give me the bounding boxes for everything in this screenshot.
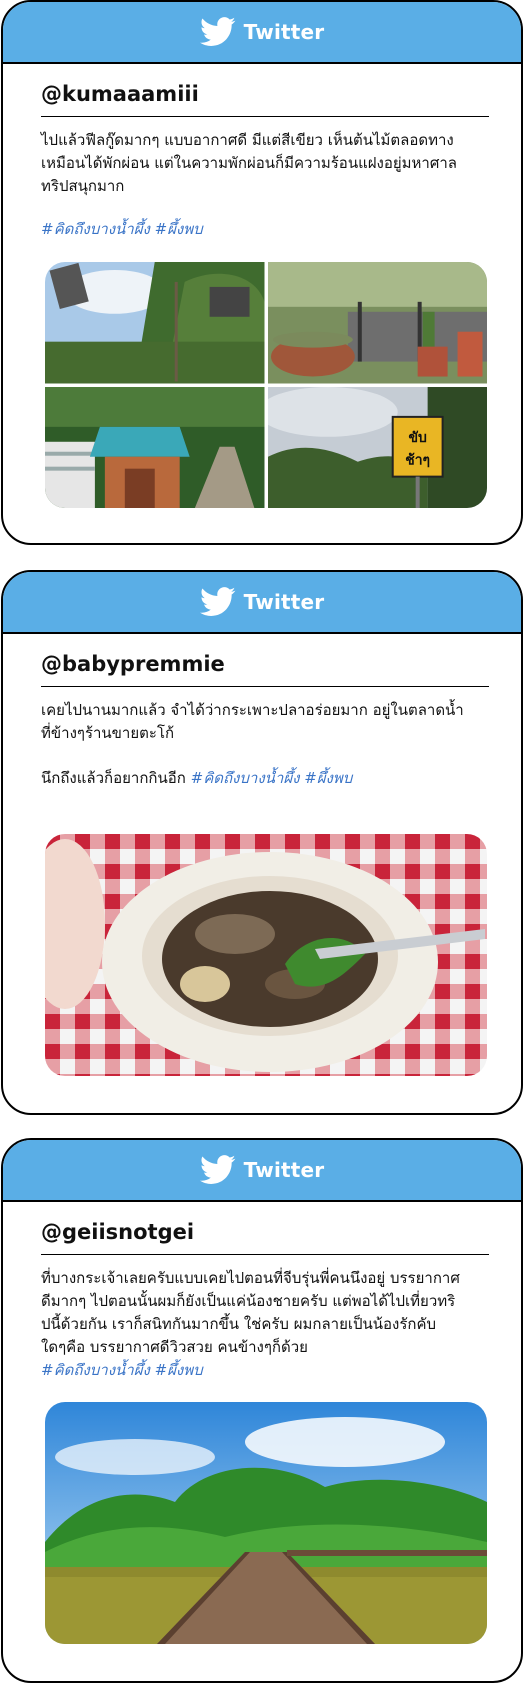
user-handle[interactable]: @kumaaamiii — [41, 82, 485, 106]
svg-text:ช้าๆ: ช้าๆ — [405, 452, 430, 468]
divider — [41, 116, 489, 117]
tweet-text: ที่บางกระเจ้าเลยครับแบบเคยไปตอนที่จีบรุ่… — [41, 1267, 491, 1382]
card-header: Twitter — [3, 2, 521, 64]
tweet-line: เหมือนได้พักผ่อน แต่ในความพักผ่อนก็มีควา… — [41, 154, 457, 172]
tweet-line: ที่ข้างๆร้านขายตะโก้ — [41, 724, 175, 742]
tweet-line: เคยไปนานมากแล้ว จำได้ว่ากระเพาะปลาอร่อยม… — [41, 701, 464, 719]
tweet-line: ปนี้ด้วยกัน เราก็สนิทกันมากขึ้น ใช่ครับ … — [41, 1315, 437, 1333]
tweet-line: ทริปสนุกมาก — [41, 177, 125, 195]
tweet-text: เคยไปนานมากแล้ว จำได้ว่ากระเพาะปลาอร่อยม… — [41, 699, 491, 790]
cactus-pots-photo[interactable] — [267, 262, 487, 384]
tweet-card-2: Twitter @babypremmie เคยไปนานมากแล้ว จำไ… — [1, 570, 523, 1115]
photo-grid[interactable]: ขับ ช้าๆ — [45, 262, 487, 508]
user-handle[interactable]: @babypremmie — [41, 652, 485, 676]
twitter-bird-icon — [200, 1155, 236, 1185]
hashtags[interactable]: #คิดถึงบางน้ำผึ้ง #ผึ้งพบ — [41, 1359, 491, 1382]
tweet-line: ที่บางกระเจ้าเลยครับแบบเคยไปตอนที่จีบรุ่… — [41, 1269, 460, 1287]
divider — [41, 686, 489, 687]
card-header: Twitter — [3, 572, 521, 634]
tweet-line: ใดๆคือ บรรยากาศดีวิวสวย คนข้างๆก็ด้วย — [41, 1338, 308, 1356]
twitter-bird-icon — [200, 17, 236, 47]
shop-kiosk-photo[interactable] — [45, 386, 265, 508]
brand-label: Twitter — [243, 590, 325, 614]
yellow-sign-photo[interactable]: ขับ ช้าๆ — [267, 386, 487, 508]
fish-maw-soup-photo[interactable] — [45, 834, 487, 1076]
card-header: Twitter — [3, 1140, 521, 1202]
wooden-bridge-lake-photo[interactable] — [45, 1402, 487, 1644]
hashtags[interactable]: #คิดถึงบางน้ำผึ้ง #ผึ้งพบ — [41, 218, 491, 241]
tweet-line: ไปแล้วฟีลกู๊ดมากๆ แบบอากาศดี มีแต่สีเขีย… — [41, 131, 454, 149]
divider — [41, 1254, 489, 1255]
svg-text:ขับ: ขับ — [408, 429, 427, 445]
tweet-line: ดีมากๆ ไปตอนนั้นผมก็ยังเป็นแค่น้องชายครั… — [41, 1292, 456, 1310]
tweet-text-2: นึกถึงแล้วก็อยากกินอีก — [41, 769, 186, 787]
twitter-bird-icon — [200, 587, 236, 617]
hashtags[interactable]: #คิดถึงบางน้ำผึ้ง #ผึ้งพบ — [191, 769, 353, 787]
tweet-card-1: Twitter @kumaaamiii ไปแล้วฟีลกู๊ดมากๆ แบ… — [1, 0, 523, 545]
tweet-card-3: Twitter @geiisnotgei ที่บางกระเจ้าเลยครั… — [1, 1138, 523, 1683]
brand-label: Twitter — [243, 20, 325, 44]
tweet-line: นึกถึงแล้วก็อยากกินอีก #คิดถึงบางน้ำผึ้ง… — [41, 767, 491, 790]
tweet-text: ไปแล้วฟีลกู๊ดมากๆ แบบอากาศดี มีแต่สีเขีย… — [41, 129, 491, 241]
tree-sky-photo[interactable] — [45, 262, 265, 384]
user-handle[interactable]: @geiisnotgei — [41, 1220, 485, 1244]
brand-label: Twitter — [243, 1158, 325, 1182]
